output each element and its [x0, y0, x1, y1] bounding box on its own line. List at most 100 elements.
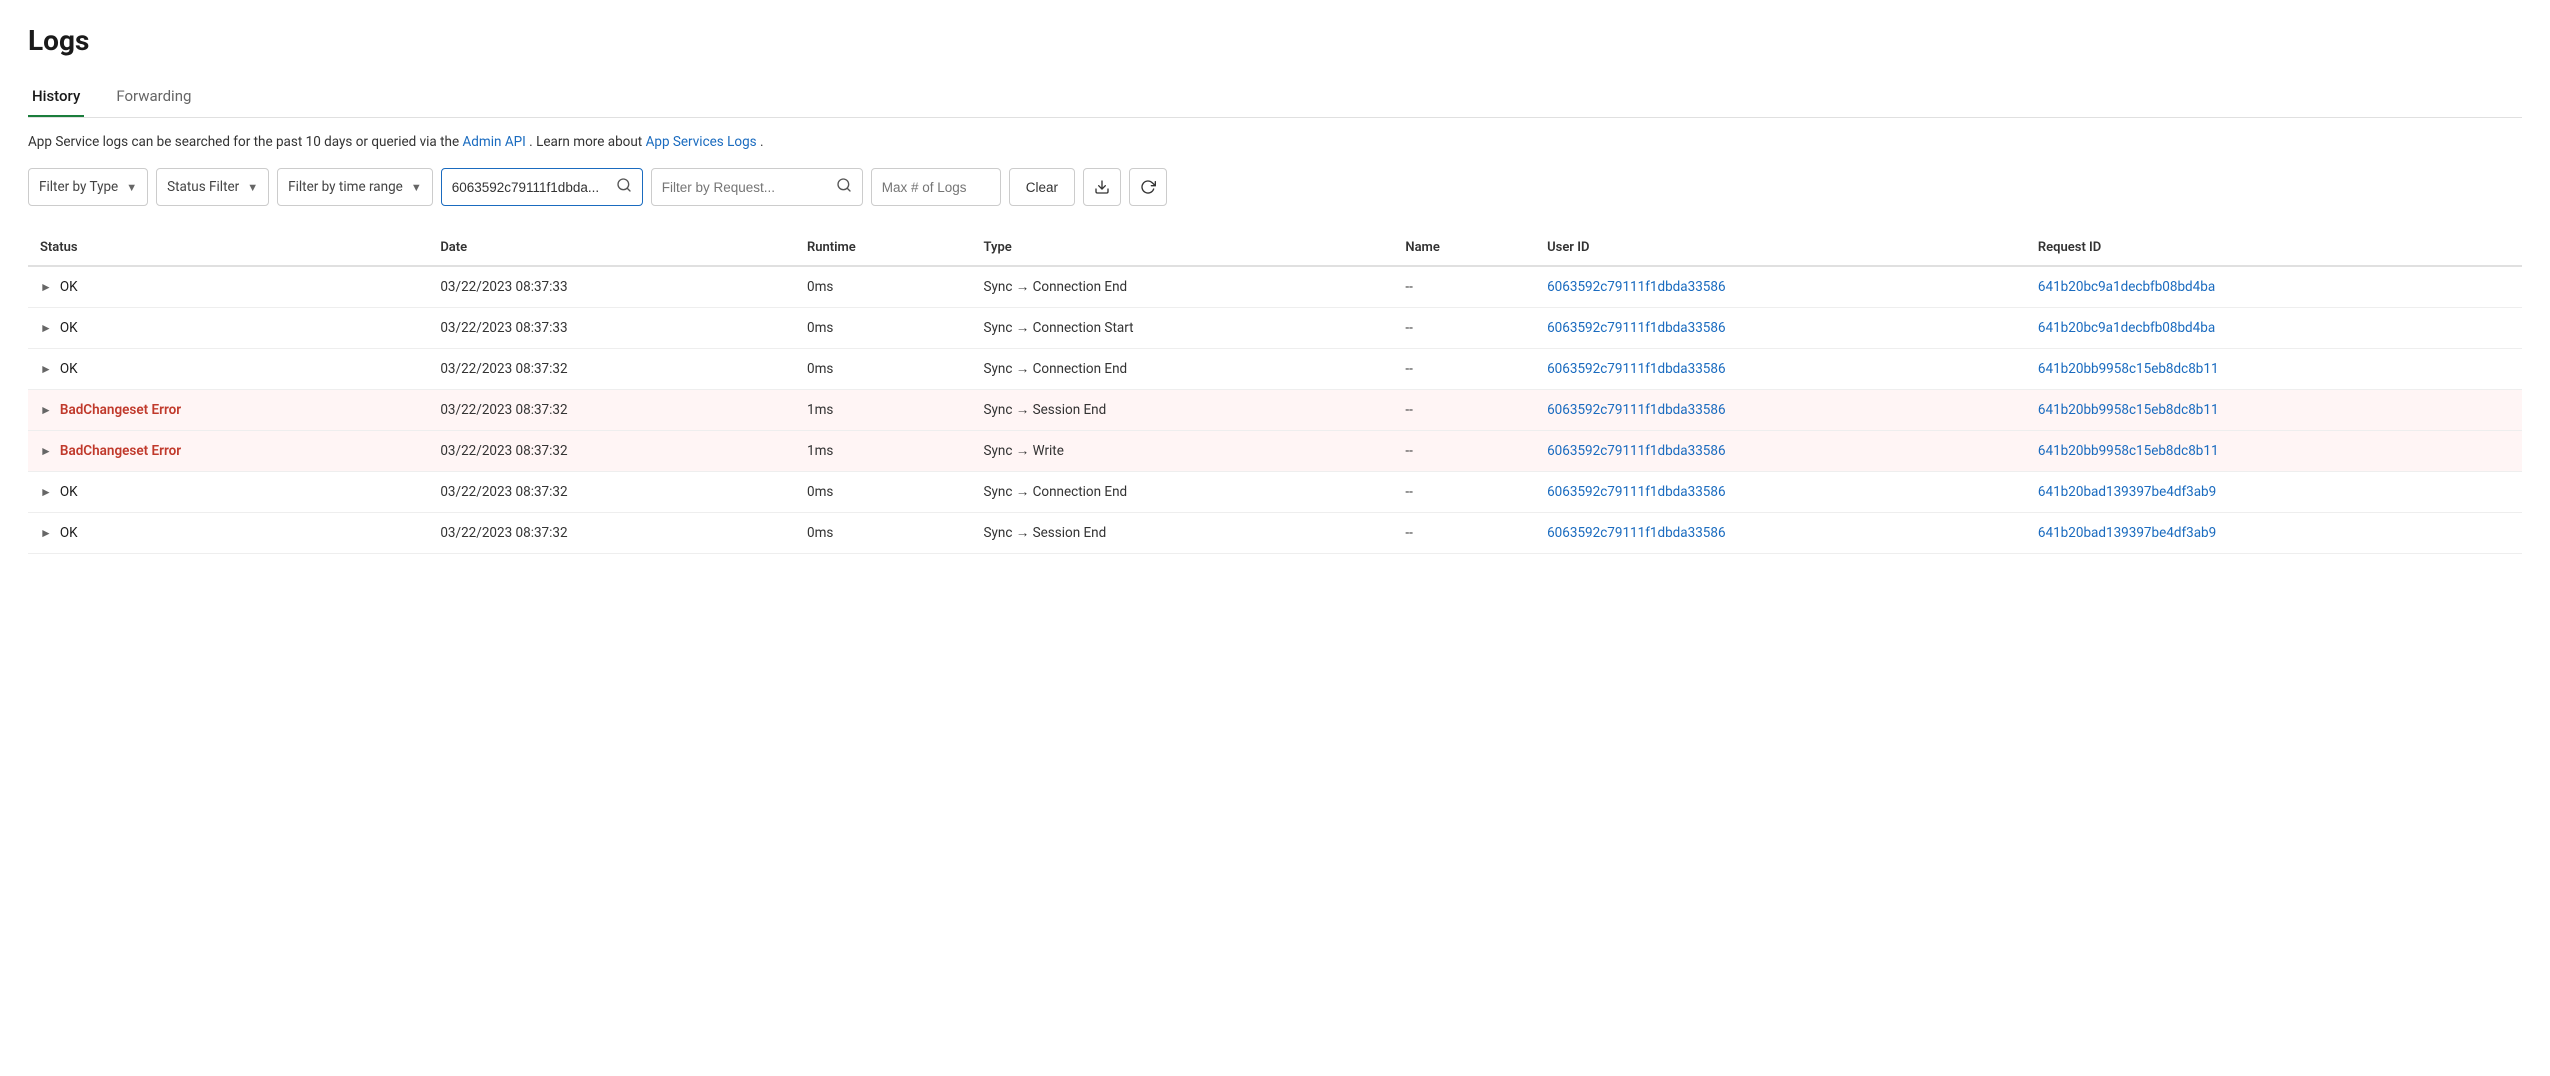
request-id-link-6[interactable]: 641b20bad139397be4df3ab9: [2038, 525, 2216, 541]
type-filter[interactable]: Filter by Type ▼: [28, 168, 148, 206]
filter-bar: Filter by Type ▼ Status Filter ▼ Filter …: [28, 168, 2522, 206]
table-row[interactable]: ► OK 03/22/2023 08:37:32 0ms Sync → Conn…: [28, 472, 2522, 513]
date-cell-0: 03/22/2023 08:37:33: [428, 266, 795, 308]
user-id-link-5[interactable]: 6063592c79111f1dbda33586: [1547, 484, 1725, 500]
col-runtime: Runtime: [795, 230, 972, 266]
expand-arrow-6[interactable]: ►: [40, 526, 52, 540]
time-filter[interactable]: Filter by time range ▼: [277, 168, 433, 206]
user-id-input[interactable]: [452, 180, 612, 195]
type-cell-3: Sync → Session End: [971, 390, 1393, 431]
col-userid: User ID: [1535, 230, 2026, 266]
user-id-search-icon[interactable]: [616, 177, 632, 197]
info-bar: App Service logs can be searched for the…: [28, 134, 2522, 150]
status-filter-arrow: ▼: [247, 181, 258, 194]
name-cell-5: --: [1393, 472, 1535, 513]
runtime-cell-5: 0ms: [795, 472, 972, 513]
download-button[interactable]: [1083, 168, 1121, 206]
logs-table: Status Date Runtime Type Name User ID Re…: [28, 230, 2522, 554]
expand-arrow-0[interactable]: ►: [40, 280, 52, 294]
runtime-cell-3: 1ms: [795, 390, 972, 431]
expand-arrow-5[interactable]: ►: [40, 485, 52, 499]
request-search-icon[interactable]: [836, 177, 852, 197]
requestid-cell-6: 641b20bad139397be4df3ab9: [2026, 513, 2522, 554]
request-id-link-2[interactable]: 641b20bb9958c15eb8dc8b11: [2038, 361, 2219, 377]
user-id-link-2[interactable]: 6063592c79111f1dbda33586: [1547, 361, 1725, 377]
table-row[interactable]: ► OK 03/22/2023 08:37:32 0ms Sync → Conn…: [28, 349, 2522, 390]
app-services-link[interactable]: App Services Logs: [646, 134, 757, 150]
date-cell-1: 03/22/2023 08:37:33: [428, 308, 795, 349]
col-name: Name: [1393, 230, 1535, 266]
table-row[interactable]: ► OK 03/22/2023 08:37:32 0ms Sync → Sess…: [28, 513, 2522, 554]
user-id-link-0[interactable]: 6063592c79111f1dbda33586: [1547, 279, 1725, 295]
runtime-cell-4: 1ms: [795, 431, 972, 472]
col-status: Status: [28, 230, 428, 266]
tab-bar: History Forwarding: [28, 77, 2522, 118]
request-id-link-0[interactable]: 641b20bc9a1decbfb08bd4ba: [2038, 279, 2215, 295]
user-id-filter: [441, 168, 643, 206]
status-value-5: OK: [60, 484, 78, 500]
userid-cell-4: 6063592c79111f1dbda33586: [1535, 431, 2026, 472]
user-id-link-3[interactable]: 6063592c79111f1dbda33586: [1547, 402, 1725, 418]
name-cell-3: --: [1393, 390, 1535, 431]
status-cell-1: ► OK: [28, 308, 428, 349]
status-cell-2: ► OK: [28, 349, 428, 390]
status-cell-3: ► BadChangeset Error: [28, 390, 428, 431]
name-cell-4: --: [1393, 431, 1535, 472]
table-row[interactable]: ► OK 03/22/2023 08:37:33 0ms Sync → Conn…: [28, 266, 2522, 308]
requestid-cell-2: 641b20bb9958c15eb8dc8b11: [2026, 349, 2522, 390]
runtime-cell-0: 0ms: [795, 266, 972, 308]
date-cell-6: 03/22/2023 08:37:32: [428, 513, 795, 554]
date-cell-2: 03/22/2023 08:37:32: [428, 349, 795, 390]
table-row[interactable]: ► BadChangeset Error 03/22/2023 08:37:32…: [28, 431, 2522, 472]
expand-arrow-3[interactable]: ►: [40, 403, 52, 417]
requestid-cell-3: 641b20bb9958c15eb8dc8b11: [2026, 390, 2522, 431]
download-icon: [1094, 179, 1110, 195]
runtime-cell-6: 0ms: [795, 513, 972, 554]
tab-history[interactable]: History: [28, 77, 84, 117]
user-id-link-4[interactable]: 6063592c79111f1dbda33586: [1547, 443, 1725, 459]
info-middle-text: . Learn more about: [529, 134, 645, 150]
table-row[interactable]: ► OK 03/22/2023 08:37:33 0ms Sync → Conn…: [28, 308, 2522, 349]
status-cell-4: ► BadChangeset Error: [28, 431, 428, 472]
name-cell-1: --: [1393, 308, 1535, 349]
col-requestid: Request ID: [2026, 230, 2522, 266]
status-cell-0: ► OK: [28, 266, 428, 308]
type-cell-4: Sync → Write: [971, 431, 1393, 472]
userid-cell-0: 6063592c79111f1dbda33586: [1535, 266, 2026, 308]
expand-arrow-2[interactable]: ►: [40, 362, 52, 376]
userid-cell-1: 6063592c79111f1dbda33586: [1535, 308, 2026, 349]
request-input[interactable]: [662, 180, 832, 195]
expand-arrow-1[interactable]: ►: [40, 321, 52, 335]
requestid-cell-5: 641b20bad139397be4df3ab9: [2026, 472, 2522, 513]
user-id-link-6[interactable]: 6063592c79111f1dbda33586: [1547, 525, 1725, 541]
refresh-button[interactable]: [1129, 168, 1167, 206]
main-page: Logs History Forwarding App Service logs…: [0, 0, 2550, 578]
request-id-link-3[interactable]: 641b20bb9958c15eb8dc8b11: [2038, 402, 2219, 418]
request-id-link-5[interactable]: 641b20bad139397be4df3ab9: [2038, 484, 2216, 500]
name-cell-0: --: [1393, 266, 1535, 308]
runtime-cell-2: 0ms: [795, 349, 972, 390]
expand-arrow-4[interactable]: ►: [40, 444, 52, 458]
info-text: App Service logs can be searched for the…: [28, 134, 462, 150]
user-id-link-1[interactable]: 6063592c79111f1dbda33586: [1547, 320, 1725, 336]
request-id-link-4[interactable]: 641b20bb9958c15eb8dc8b11: [2038, 443, 2219, 459]
tab-forwarding[interactable]: Forwarding: [112, 77, 195, 117]
clear-button[interactable]: Clear: [1009, 168, 1075, 206]
status-value-2: OK: [60, 361, 78, 377]
type-cell-2: Sync → Connection End: [971, 349, 1393, 390]
status-value-6: OK: [60, 525, 78, 541]
request-id-link-1[interactable]: 641b20bc9a1decbfb08bd4ba: [2038, 320, 2215, 336]
status-value-3: BadChangeset Error: [60, 402, 181, 418]
time-filter-label: Filter by time range: [288, 179, 403, 195]
requestid-cell-4: 641b20bb9958c15eb8dc8b11: [2026, 431, 2522, 472]
table-body: ► OK 03/22/2023 08:37:33 0ms Sync → Conn…: [28, 266, 2522, 554]
table-row[interactable]: ► BadChangeset Error 03/22/2023 08:37:32…: [28, 390, 2522, 431]
status-filter[interactable]: Status Filter ▼: [156, 168, 269, 206]
date-cell-4: 03/22/2023 08:37:32: [428, 431, 795, 472]
admin-api-link[interactable]: Admin API: [462, 134, 525, 150]
runtime-cell-1: 0ms: [795, 308, 972, 349]
status-value-4: BadChangeset Error: [60, 443, 181, 459]
max-logs-input[interactable]: [871, 168, 1001, 206]
refresh-icon: [1140, 179, 1156, 195]
date-cell-5: 03/22/2023 08:37:32: [428, 472, 795, 513]
